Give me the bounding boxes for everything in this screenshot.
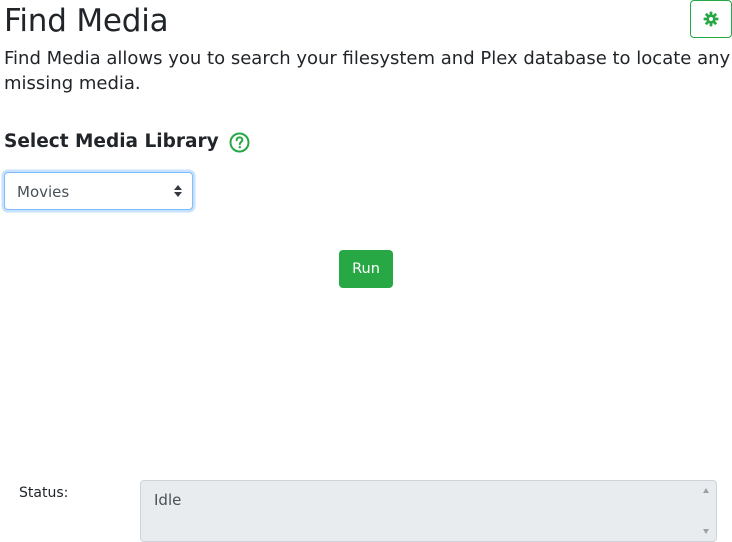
library-section-heading: Select Media Library xyxy=(4,128,250,156)
status-value: Idle xyxy=(154,491,182,509)
find-media-page: Find Media Find Media allows you to sear xyxy=(0,0,732,542)
media-library-select[interactable]: Movies xyxy=(4,172,193,210)
run-button[interactable]: Run xyxy=(339,250,393,288)
scroll-up-arrow-icon[interactable] xyxy=(703,488,709,493)
media-library-selected-value: Movies xyxy=(17,183,70,201)
library-heading-label: Select Media Library xyxy=(4,131,219,152)
settings-button[interactable] xyxy=(690,0,732,38)
status-textarea[interactable]: Idle xyxy=(140,480,717,542)
scroll-down-arrow-icon[interactable] xyxy=(703,529,709,534)
question-circle-icon[interactable] xyxy=(229,132,250,153)
status-scrollbar[interactable] xyxy=(699,482,715,540)
gear-icon xyxy=(703,11,719,27)
page-description: Find Media allows you to search your fil… xyxy=(4,48,731,94)
select-caret-icon xyxy=(174,185,182,197)
page-title: Find Media xyxy=(4,3,169,39)
status-label: Status: xyxy=(19,485,69,501)
